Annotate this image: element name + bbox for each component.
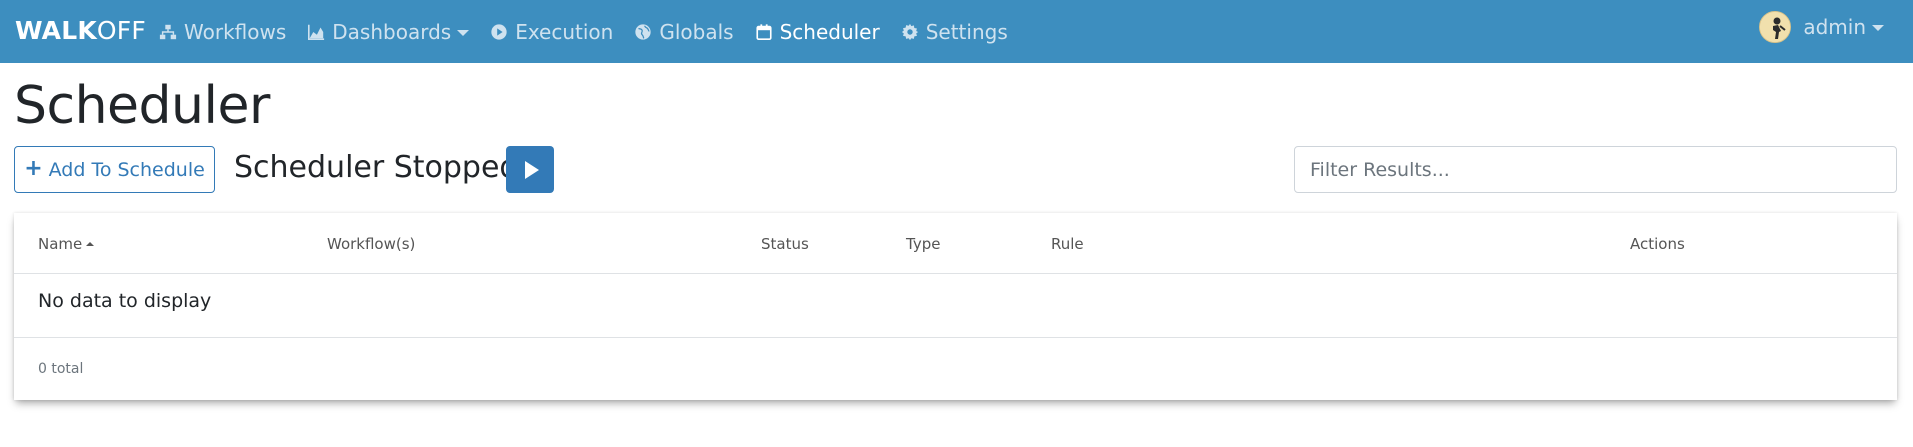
chevron-down-icon [457, 29, 470, 36]
user-menu[interactable]: admin [1759, 11, 1884, 43]
top-navbar: WALKOFF Workflows Dashboards Execution G… [0, 0, 1913, 63]
table-header: Name Workflow(s) Status Type Rule Action… [14, 213, 1897, 274]
column-header-actions[interactable]: Actions [1630, 235, 1685, 253]
calendar-icon [754, 22, 774, 42]
nav-menu: Workflows Dashboards Execution Globals S… [158, 0, 1028, 63]
column-header-status[interactable]: Status [761, 235, 809, 253]
nav-item-globals[interactable]: Globals [633, 19, 734, 44]
column-label: Name [38, 235, 83, 253]
nav-item-label: Execution [515, 19, 614, 44]
nav-item-dashboards[interactable]: Dashboards [306, 19, 470, 44]
nav-item-scheduler[interactable]: Scheduler [754, 20, 880, 44]
user-name: admin [1803, 15, 1866, 39]
avatar [1759, 11, 1792, 43]
nav-item-label: Settings [925, 19, 1008, 44]
column-header-workflows[interactable]: Workflow(s) [327, 235, 415, 253]
column-header-type[interactable]: Type [906, 235, 940, 253]
nav-item-label: Globals [659, 19, 734, 44]
add-to-schedule-button[interactable]: + Add To Schedule [14, 146, 215, 193]
nav-item-workflows[interactable]: Workflows [158, 20, 286, 44]
play-circle-icon [489, 22, 509, 42]
globe-icon [633, 22, 653, 42]
column-header-rule[interactable]: Rule [1051, 235, 1084, 253]
chevron-down-icon [1872, 25, 1884, 31]
sitemap-icon [158, 22, 178, 42]
nav-item-label: Workflows [184, 19, 287, 44]
nav-item-execution[interactable]: Execution [489, 20, 613, 44]
start-scheduler-button[interactable] [506, 146, 554, 193]
table-empty-row: No data to display [14, 274, 1897, 338]
brand-light: OFF [96, 16, 146, 45]
play-icon [524, 160, 539, 179]
nav-item-label: Scheduler [779, 19, 880, 44]
empty-message: No data to display [38, 290, 212, 312]
nav-item-settings[interactable]: Settings [900, 20, 1008, 44]
schedule-table: Name Workflow(s) Status Type Rule Action… [14, 213, 1897, 400]
area-chart-icon [306, 22, 326, 42]
plus-icon: + [24, 156, 43, 181]
sort-ascending-icon [86, 242, 95, 246]
page-title: Scheduler [14, 76, 270, 136]
add-button-label: Add To Schedule [48, 158, 205, 181]
brand-bold: WALK [15, 16, 97, 45]
filter-input[interactable] [1294, 146, 1897, 193]
column-header-name[interactable]: Name [38, 235, 95, 253]
table-total-count: 0 total [38, 361, 84, 377]
scheduler-status: Scheduler Stopped [234, 150, 519, 185]
gear-icon [900, 22, 920, 42]
nav-item-label: Dashboards [332, 19, 452, 44]
brand-logo[interactable]: WALKOFF [15, 16, 146, 45]
